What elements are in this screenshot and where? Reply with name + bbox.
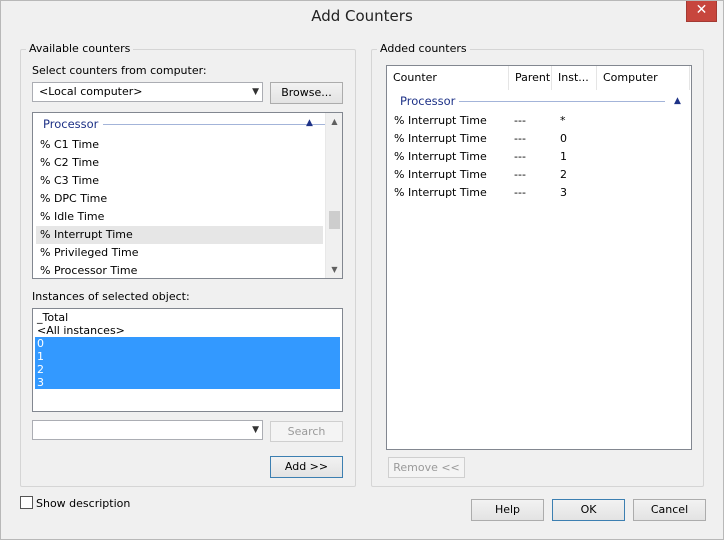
chevron-up-icon[interactable]: ▲	[674, 96, 681, 106]
added-counters-grid[interactable]: Counter Parent Inst... Computer Processo…	[386, 65, 692, 450]
row-parent: ---	[514, 150, 526, 163]
row-counter[interactable]: % Interrupt Time	[394, 130, 487, 148]
row-instance: 2	[560, 168, 567, 181]
help-button[interactable]: Help	[471, 499, 544, 521]
category-divider	[103, 124, 333, 125]
cancel-button[interactable]: Cancel	[633, 499, 706, 521]
title-bar[interactable]: Add Counters ✕	[1, 1, 723, 31]
row-parent: ---	[514, 114, 526, 127]
computer-value: <Local computer>	[39, 85, 143, 98]
added-counters-label: Added counters	[377, 42, 470, 55]
instance-item-selected[interactable]: 3	[35, 376, 340, 389]
browse-button[interactable]: Browse...	[270, 82, 343, 104]
add-counters-dialog: Add Counters ✕ Available counters Select…	[0, 0, 724, 540]
show-description-label[interactable]: Show description	[36, 497, 130, 510]
close-button[interactable]: ✕	[686, 1, 717, 22]
window-title: Add Counters	[311, 7, 413, 25]
instance-item-selected[interactable]: 2	[35, 363, 340, 376]
category-header-processor[interactable]: Processor	[43, 117, 98, 133]
computer-combo[interactable]: <Local computer> ▼	[32, 82, 263, 102]
counter-item[interactable]: % C1 Time	[36, 136, 321, 154]
column-header-computer[interactable]: Computer	[597, 66, 690, 90]
row-counter[interactable]: % Interrupt Time	[394, 148, 487, 166]
column-header-counter[interactable]: Counter	[387, 66, 509, 90]
scroll-up-icon[interactable]: ▲	[326, 113, 342, 130]
counter-item[interactable]: % C3 Time	[36, 172, 321, 190]
close-icon: ✕	[695, 2, 708, 18]
counter-item[interactable]: % C2 Time	[36, 154, 321, 172]
add-button[interactable]: Add >>	[270, 456, 343, 478]
row-instance: 3	[560, 186, 567, 199]
row-counter[interactable]: % Interrupt Time	[394, 184, 487, 202]
scroll-thumb[interactable]	[329, 211, 340, 229]
instance-item-selected[interactable]: 1	[35, 350, 340, 363]
column-header-parent[interactable]: Parent	[509, 66, 552, 90]
select-computer-label: Select counters from computer:	[32, 64, 207, 77]
row-parent: ---	[514, 186, 526, 199]
counters-scrollbar[interactable]: ▲ ▼	[325, 113, 342, 278]
added-category-divider	[459, 101, 665, 102]
ok-button[interactable]: OK	[552, 499, 625, 521]
scroll-down-icon[interactable]: ▼	[326, 261, 342, 278]
counter-item[interactable]: % Processor Time	[36, 262, 321, 278]
show-description-checkbox[interactable]	[20, 496, 33, 509]
chevron-up-icon[interactable]: ▲	[306, 118, 313, 128]
search-combo[interactable]: ▼	[32, 420, 263, 440]
available-counters-label: Available counters	[26, 42, 134, 55]
chevron-down-icon: ▼	[252, 87, 259, 97]
chevron-down-icon: ▼	[252, 425, 259, 435]
instances-listbox[interactable]: _Total <All instances> 0 1 2 3	[32, 308, 343, 412]
row-parent: ---	[514, 132, 526, 145]
counter-item[interactable]: % Privileged Time	[36, 244, 321, 262]
counters-listbox[interactable]: Processor ▲ % C1 Time % C2 Time % C3 Tim…	[32, 112, 343, 279]
instances-label: Instances of selected object:	[32, 290, 190, 303]
counter-item-selected[interactable]: % Interrupt Time	[36, 226, 323, 244]
instance-item[interactable]: _Total	[35, 311, 340, 324]
instance-item-selected[interactable]: 0	[35, 337, 340, 350]
row-counter[interactable]: % Interrupt Time	[394, 112, 487, 130]
column-header-instance[interactable]: Inst...	[552, 66, 597, 90]
row-parent: ---	[514, 168, 526, 181]
instance-item[interactable]: <All instances>	[35, 324, 340, 337]
counter-item[interactable]: % DPC Time	[36, 190, 321, 208]
search-button[interactable]: Search	[270, 421, 343, 442]
row-instance: 1	[560, 150, 567, 163]
remove-button[interactable]: Remove <<	[388, 457, 465, 478]
row-instance: *	[560, 114, 566, 127]
row-instance: 0	[560, 132, 567, 145]
counter-item[interactable]: % Idle Time	[36, 208, 321, 226]
row-counter[interactable]: % Interrupt Time	[394, 166, 487, 184]
added-category-header[interactable]: Processor	[400, 94, 455, 110]
